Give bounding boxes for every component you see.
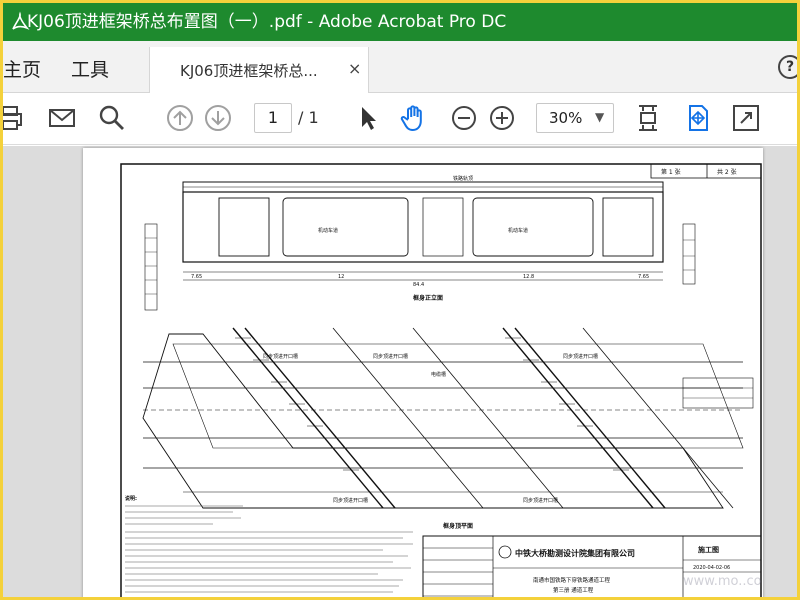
help-icon[interactable]: ? — [778, 55, 797, 79]
lane-label-right: 机动车道 — [508, 227, 528, 234]
zoom-value: 30% — [549, 109, 583, 127]
select-cursor-icon[interactable] — [353, 103, 383, 133]
chevron-down-icon: ▼ — [595, 110, 605, 124]
drawing-stage: 施工图 — [698, 545, 719, 554]
lane-label-left: 机动车道 — [318, 227, 338, 234]
page-number-input[interactable]: 1 — [254, 103, 292, 133]
toolbar: 1 / 1 30% ▼ — [3, 93, 797, 145]
title-block-top: 第 1 张 共 2 张 — [650, 163, 762, 179]
plan-title: 框身顶平面 — [443, 522, 473, 530]
dim-center-right: 12.8 — [523, 274, 534, 280]
close-icon[interactable]: × — [348, 59, 361, 78]
plan-view: 同步顶进开口槽 同步顶进开口槽 同步顶进开口槽 电缆槽 同步顶进开口槽 同步顶进… — [142, 327, 754, 530]
sheet-number: 第 1 张 — [661, 168, 681, 176]
plan-label-5: 同步顶进开口槽 — [523, 497, 558, 504]
email-icon[interactable] — [47, 103, 77, 133]
notes-block: 说明: — [125, 495, 413, 593]
tab-bar: 主页 工具 KJ06顶进框架桥总... × ? — [3, 41, 797, 93]
plan-label-1: 同步顶进开口槽 — [263, 353, 298, 360]
next-page-icon[interactable] — [203, 103, 233, 133]
notes-heading: 说明: — [125, 495, 137, 502]
full-screen-icon[interactable] — [731, 103, 761, 133]
project-part: 第三册 通道工程 — [553, 586, 594, 594]
project-name: 南通市国铁路下穿铁路通道工程 — [533, 576, 611, 584]
print-icon[interactable] — [3, 103, 27, 133]
rail-top-label: 铁路轨顶 — [453, 175, 473, 182]
plan-label-2: 同步顶进开口槽 — [373, 353, 408, 360]
zoom-out-icon[interactable] — [449, 103, 479, 133]
fit-width-icon[interactable] — [683, 103, 713, 133]
sheets-total: 共 2 张 — [717, 168, 737, 176]
zoom-dropdown[interactable]: 30% ▼ — [536, 103, 614, 133]
pdf-page[interactable]: 第 1 张 共 2 张 机动车道 机动车道 铁路轨顶 7.65 12 12.8 … — [83, 148, 763, 597]
dim-center-left: 12 — [338, 274, 344, 280]
watermark: www.mo..co — [683, 574, 762, 589]
document-tab[interactable]: KJ06顶进框架桥总... × — [149, 47, 369, 93]
hand-tool-icon[interactable] — [399, 103, 429, 133]
menu-tools[interactable]: 工具 — [71, 55, 109, 82]
window-title: KJ06顶进框架桥总布置图（一）.pdf - Adobe Acrobat Pro… — [27, 12, 507, 32]
dim-right: 7.65 — [638, 274, 649, 280]
zoom-in-icon[interactable] — [487, 103, 517, 133]
engineering-drawing: 第 1 张 共 2 张 机动车道 机动车道 铁路轨顶 7.65 12 12.8 … — [120, 163, 762, 597]
plan-label-3: 同步顶进开口槽 — [563, 353, 598, 360]
search-icon[interactable] — [97, 103, 127, 133]
elevation-title: 框身正立面 — [413, 294, 443, 302]
document-viewport[interactable]: 第 1 张 共 2 张 机动车道 机动车道 铁路轨顶 7.65 12 12.8 … — [3, 146, 797, 597]
menu-home[interactable]: 主页 — [3, 55, 41, 82]
drawing-date: 2020-04-02-06 — [693, 565, 730, 571]
fit-page-icon[interactable] — [633, 103, 663, 133]
elevation-view: 机动车道 机动车道 铁路轨顶 7.65 12 12.8 7.65 84.4 框身… — [144, 175, 696, 311]
total-length: 84.4 — [413, 282, 424, 288]
dim-left: 7.65 — [191, 274, 202, 280]
title-bar: KJ06顶进框架桥总布置图（一）.pdf - Adobe Acrobat Pro… — [3, 3, 797, 41]
company-name: 中铁大桥勘测设计院集团有限公司 — [515, 548, 635, 558]
page-total: / 1 — [298, 108, 319, 127]
plan-label-4: 同步顶进开口槽 — [333, 497, 368, 504]
company-logo-icon — [498, 545, 512, 559]
document-tab-label: KJ06顶进框架桥总... — [180, 62, 318, 80]
rail-cable-label: 电缆槽 — [431, 371, 446, 378]
acrobat-window: KJ06顶进框架桥总布置图（一）.pdf - Adobe Acrobat Pro… — [3, 3, 797, 597]
prev-page-icon[interactable] — [165, 103, 195, 133]
